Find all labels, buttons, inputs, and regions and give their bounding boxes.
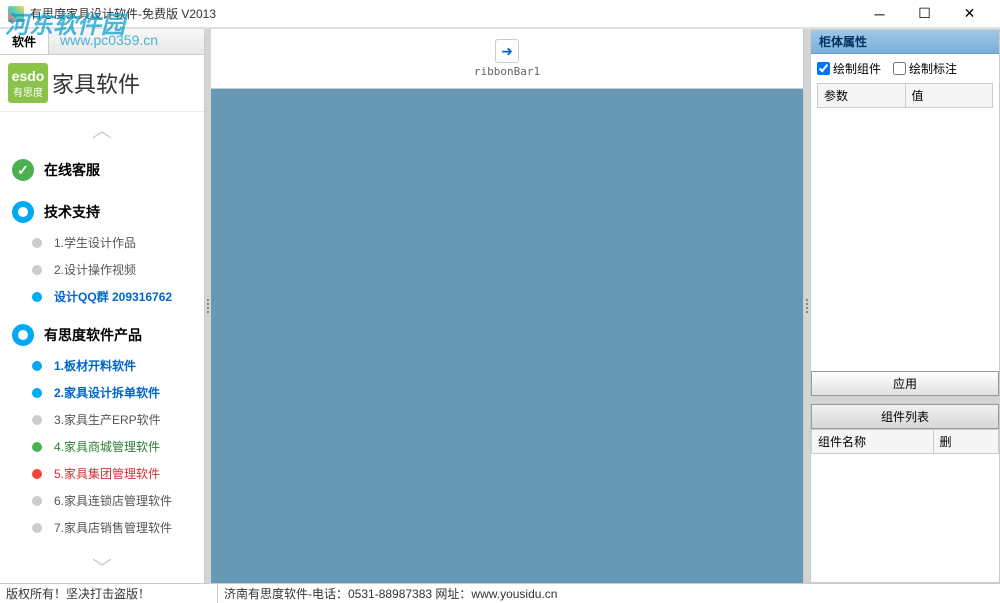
properties-panel: 柜体属性 绘制组件 绘制标注 参数 值 (810, 29, 1000, 397)
window-controls: ─ ☐ ✕ (857, 2, 992, 26)
col-delete: 删 (933, 430, 998, 454)
component-table: 组件名称 删 (811, 429, 999, 454)
logo-badge-top: esdo (12, 68, 45, 84)
checkbox-draw-component-label: 绘制组件 (833, 60, 881, 77)
section-service-header[interactable]: 在线客服 (0, 153, 204, 187)
properties-header: 柜体属性 (811, 30, 999, 54)
location-icon (12, 324, 34, 346)
sidebar-item[interactable]: 1.板材开料软件 (20, 352, 204, 379)
sidebar-item[interactable]: 1.学生设计作品 (20, 229, 204, 256)
titlebar: 有思度家具设计软件-免费版 V2013 ─ ☐ ✕ (0, 0, 1000, 28)
section-service: 在线客服 (0, 153, 204, 187)
ribbon-label: ribbonBar1 (474, 65, 540, 78)
sidebar-item-label: 1.学生设计作品 (54, 234, 136, 251)
design-canvas[interactable] (211, 89, 803, 583)
apply-button[interactable]: 应用 (811, 371, 999, 396)
app-icon (8, 6, 24, 22)
component-list-header: 组件列表 (811, 404, 999, 429)
col-param: 参数 (818, 84, 906, 108)
bullet-icon (32, 292, 42, 302)
component-list-panel: 组件列表 组件名称 删 (810, 403, 1000, 583)
section-products: 有思度软件产品 1.板材开料软件 2.家具设计拆单软件 3.家具生产ERP软件 4.家… (0, 318, 204, 541)
bullet-icon (32, 523, 42, 533)
section-products-header[interactable]: 有思度软件产品 (0, 318, 204, 352)
bullet-icon (32, 496, 42, 506)
checkbox-row: 绘制组件 绘制标注 (817, 60, 993, 77)
logo-badge-bottom: 有思度 (13, 84, 43, 99)
ribbon-arrow-icon[interactable]: ➜ (495, 39, 519, 63)
sidebar-item[interactable]: 3.家具生产ERP软件 (20, 406, 204, 433)
sidebar-item-label: 7.家具店销售管理软件 (54, 519, 172, 536)
splitter-right[interactable] (804, 29, 810, 583)
checkbox-draw-component[interactable]: 绘制组件 (817, 60, 881, 77)
checkbox-draw-label[interactable]: 绘制标注 (893, 60, 957, 77)
sidebar-item[interactable]: 4.家具商城管理软件 (20, 433, 204, 460)
status-divider (217, 584, 218, 603)
collapse-up-icon[interactable]: ︿ (0, 112, 204, 145)
sidebar-item-label: 5.家具集团管理软件 (54, 465, 160, 482)
properties-content (811, 114, 999, 371)
maximize-button[interactable]: ☐ (902, 2, 947, 26)
bullet-icon (32, 265, 42, 275)
sidebar-item[interactable]: 7.家具店销售管理软件 (20, 514, 204, 541)
checkbox-draw-label-label: 绘制标注 (909, 60, 957, 77)
section-products-title: 有思度软件产品 (44, 325, 142, 345)
section-support-header[interactable]: 技术支持 (0, 195, 204, 229)
properties-table: 参数 值 (817, 83, 993, 108)
col-value: 值 (905, 84, 993, 108)
minimize-button[interactable]: ─ (857, 2, 902, 26)
right-panel: 柜体属性 绘制组件 绘制标注 参数 值 (810, 29, 1000, 583)
bullet-icon (32, 388, 42, 398)
statusbar: 版权所有！坚决打击盗版！ 济南有思度软件-电话：0531-88987383 网址… (0, 583, 1000, 603)
sidebar-item-label: 1.板材开料软件 (54, 357, 136, 374)
sidebar-item-label: 设计QQ群 209316762 (54, 288, 172, 305)
bullet-icon (32, 361, 42, 371)
sidebar-item-label: 6.家具连锁店管理软件 (54, 492, 172, 509)
bullet-icon (32, 238, 42, 248)
window-title: 有思度家具设计软件-免费版 V2013 (30, 5, 216, 22)
sidebar-item-label: 2.设计操作视频 (54, 261, 136, 278)
sidebar-item[interactable]: 设计QQ群 209316762 (20, 283, 204, 310)
tab-software[interactable]: 软件 (0, 29, 49, 54)
bullet-icon (32, 469, 42, 479)
sidebar-item[interactable]: 6.家具连锁店管理软件 (20, 487, 204, 514)
location-icon (12, 201, 34, 223)
checkbox-draw-component-input[interactable] (817, 62, 830, 75)
sidebar-item-label: 4.家具商城管理软件 (54, 438, 160, 455)
collapse-down-icon[interactable]: ﹀ (0, 550, 204, 583)
checkbox-draw-label-input[interactable] (893, 62, 906, 75)
section-support: 技术支持 1.学生设计作品 2.设计操作视频设计QQ群 209316762 (0, 195, 204, 310)
sidebar-item-label: 2.家具设计拆单软件 (54, 384, 160, 401)
logo-badge: esdo 有思度 (8, 63, 48, 103)
sidebar-tab-header: 软件 (0, 29, 204, 55)
main-container: 软件 esdo 有思度 家具软件 ︿ 在线客服 技术支持 (0, 28, 1000, 583)
section-support-title: 技术支持 (44, 202, 100, 222)
sidebar-item-label: 3.家具生产ERP软件 (54, 411, 161, 428)
center-area: ➜ ribbonBar1 (211, 29, 804, 583)
properties-body: 绘制组件 绘制标注 参数 值 (811, 54, 999, 114)
col-component-name: 组件名称 (812, 430, 934, 454)
bullet-icon (32, 442, 42, 452)
section-service-title: 在线客服 (44, 160, 100, 180)
status-copyright: 版权所有！坚决打击盗版！ (6, 585, 211, 602)
check-icon (12, 159, 34, 181)
sidebar-item[interactable]: 5.家具集团管理软件 (20, 460, 204, 487)
sidebar-content: 在线客服 技术支持 1.学生设计作品 2.设计操作视频设计QQ群 20931676… (0, 145, 204, 550)
close-button[interactable]: ✕ (947, 2, 992, 26)
logo-text: 家具软件 (52, 67, 140, 99)
product-items: 1.板材开料软件 2.家具设计拆单软件 3.家具生产ERP软件 4.家具商城管理软件 5… (0, 352, 204, 541)
status-contact: 济南有思度软件-电话：0531-88987383 网址：www.yousidu.… (224, 585, 557, 602)
support-items: 1.学生设计作品 2.设计操作视频设计QQ群 209316762 (0, 229, 204, 310)
logo-area: esdo 有思度 家具软件 (0, 55, 204, 112)
sidebar-item[interactable]: 2.家具设计拆单软件 (20, 379, 204, 406)
sidebar-item[interactable]: 2.设计操作视频 (20, 256, 204, 283)
sidebar: 软件 esdo 有思度 家具软件 ︿ 在线客服 技术支持 (0, 29, 205, 583)
ribbon-bar: ➜ ribbonBar1 (211, 29, 803, 89)
bullet-icon (32, 415, 42, 425)
